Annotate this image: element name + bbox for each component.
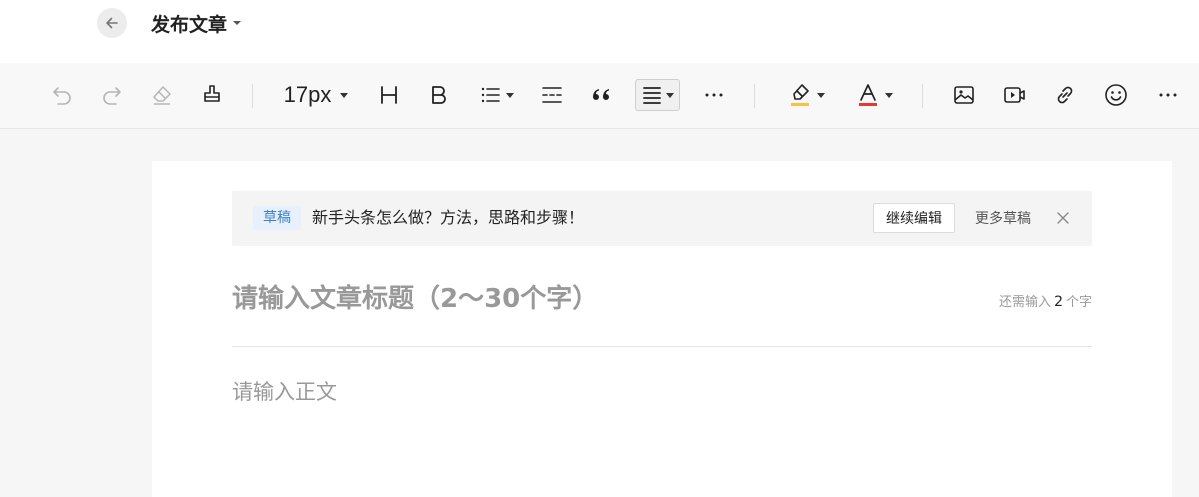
more-format-button[interactable] xyxy=(700,80,728,110)
redo-button[interactable] xyxy=(97,80,127,110)
bold-button[interactable] xyxy=(425,80,453,110)
heading-icon xyxy=(381,86,397,104)
insert-link-button[interactable] xyxy=(1050,80,1080,110)
chevron-down-icon xyxy=(340,92,349,98)
undo-icon xyxy=(53,87,71,105)
insert-image-button[interactable] xyxy=(949,80,979,110)
counter-value: 2 xyxy=(1054,294,1063,310)
font-color-button[interactable] xyxy=(852,80,896,110)
counter-prefix: 还需输入 xyxy=(999,295,1052,310)
more-drafts-link[interactable]: 更多草稿 xyxy=(975,208,1031,228)
highlight-icon xyxy=(790,84,809,106)
eraser-icon xyxy=(153,86,171,105)
chevron-down-icon xyxy=(884,92,893,98)
arrow-left-icon xyxy=(106,17,118,29)
font-size-value: 17px xyxy=(283,82,332,107)
clear-format-button[interactable] xyxy=(147,80,177,110)
bold-icon xyxy=(432,86,446,104)
image-icon xyxy=(954,86,974,104)
align-button[interactable] xyxy=(635,79,680,111)
quote-button[interactable] xyxy=(587,80,615,110)
video-icon xyxy=(1004,87,1025,103)
format-painter-button[interactable] xyxy=(197,80,227,110)
format-painter-icon xyxy=(204,85,220,102)
heading-button[interactable] xyxy=(375,80,403,110)
title-char-counter: 还需输入 2 个字 xyxy=(999,291,1092,310)
toolbar-separator xyxy=(754,84,755,108)
toolbar-separator xyxy=(252,84,253,108)
continue-edit-button[interactable]: 继续编辑 xyxy=(873,203,955,233)
editor-panel: 草稿 新手头条怎么做？方法，思路和步骤！ 继续编辑 更多草稿 还需输入2个字 请… xyxy=(152,161,1172,497)
counter-suffix: 个字 xyxy=(1065,295,1092,310)
chevron-down-icon xyxy=(506,92,514,98)
emoji-icon xyxy=(1105,84,1127,106)
draft-title: 新手头条怎么做？方法，思路和步骤！ xyxy=(312,208,585,227)
insert-emoji-button[interactable] xyxy=(1101,80,1131,110)
redo-icon xyxy=(103,87,121,105)
chevron-down-icon xyxy=(233,21,242,25)
back-button[interactable] xyxy=(97,8,127,38)
page-title-label: 发布文章 xyxy=(151,13,228,36)
more-icon xyxy=(705,93,723,97)
toolbar-separator xyxy=(922,84,923,108)
align-icon xyxy=(643,87,661,104)
insert-video-button[interactable] xyxy=(999,80,1029,110)
draft-banner: 草稿 新手头条怎么做？方法，思路和步骤！ 继续编辑 更多草稿 xyxy=(232,191,1092,246)
highlight-button[interactable] xyxy=(784,80,828,110)
article-body-input[interactable]: 请输入正文 xyxy=(232,376,337,406)
close-icon xyxy=(1057,212,1069,224)
more-tools-icon xyxy=(1159,93,1177,97)
chevron-down-icon xyxy=(816,92,825,98)
list-button[interactable] xyxy=(475,80,517,110)
title-divider xyxy=(232,346,1092,347)
undo-button[interactable] xyxy=(47,80,77,110)
list-icon xyxy=(481,87,500,103)
font-size-select[interactable]: 17px xyxy=(278,80,354,110)
divider-icon xyxy=(542,87,562,103)
more-tools-button[interactable] xyxy=(1154,80,1182,110)
article-title-input[interactable] xyxy=(232,277,932,321)
link-icon xyxy=(1057,86,1073,104)
close-draft-button[interactable] xyxy=(1052,207,1074,229)
divider-button[interactable] xyxy=(538,80,566,110)
top-bar: 发布文章 xyxy=(0,0,1199,63)
page-title[interactable]: 发布文章 xyxy=(151,10,242,36)
font-color-icon xyxy=(858,84,877,106)
quote-icon xyxy=(593,89,609,100)
chevron-down-icon xyxy=(666,92,674,98)
draft-tag: 草稿 xyxy=(253,206,301,230)
editor-toolbar: 17px xyxy=(0,63,1199,129)
